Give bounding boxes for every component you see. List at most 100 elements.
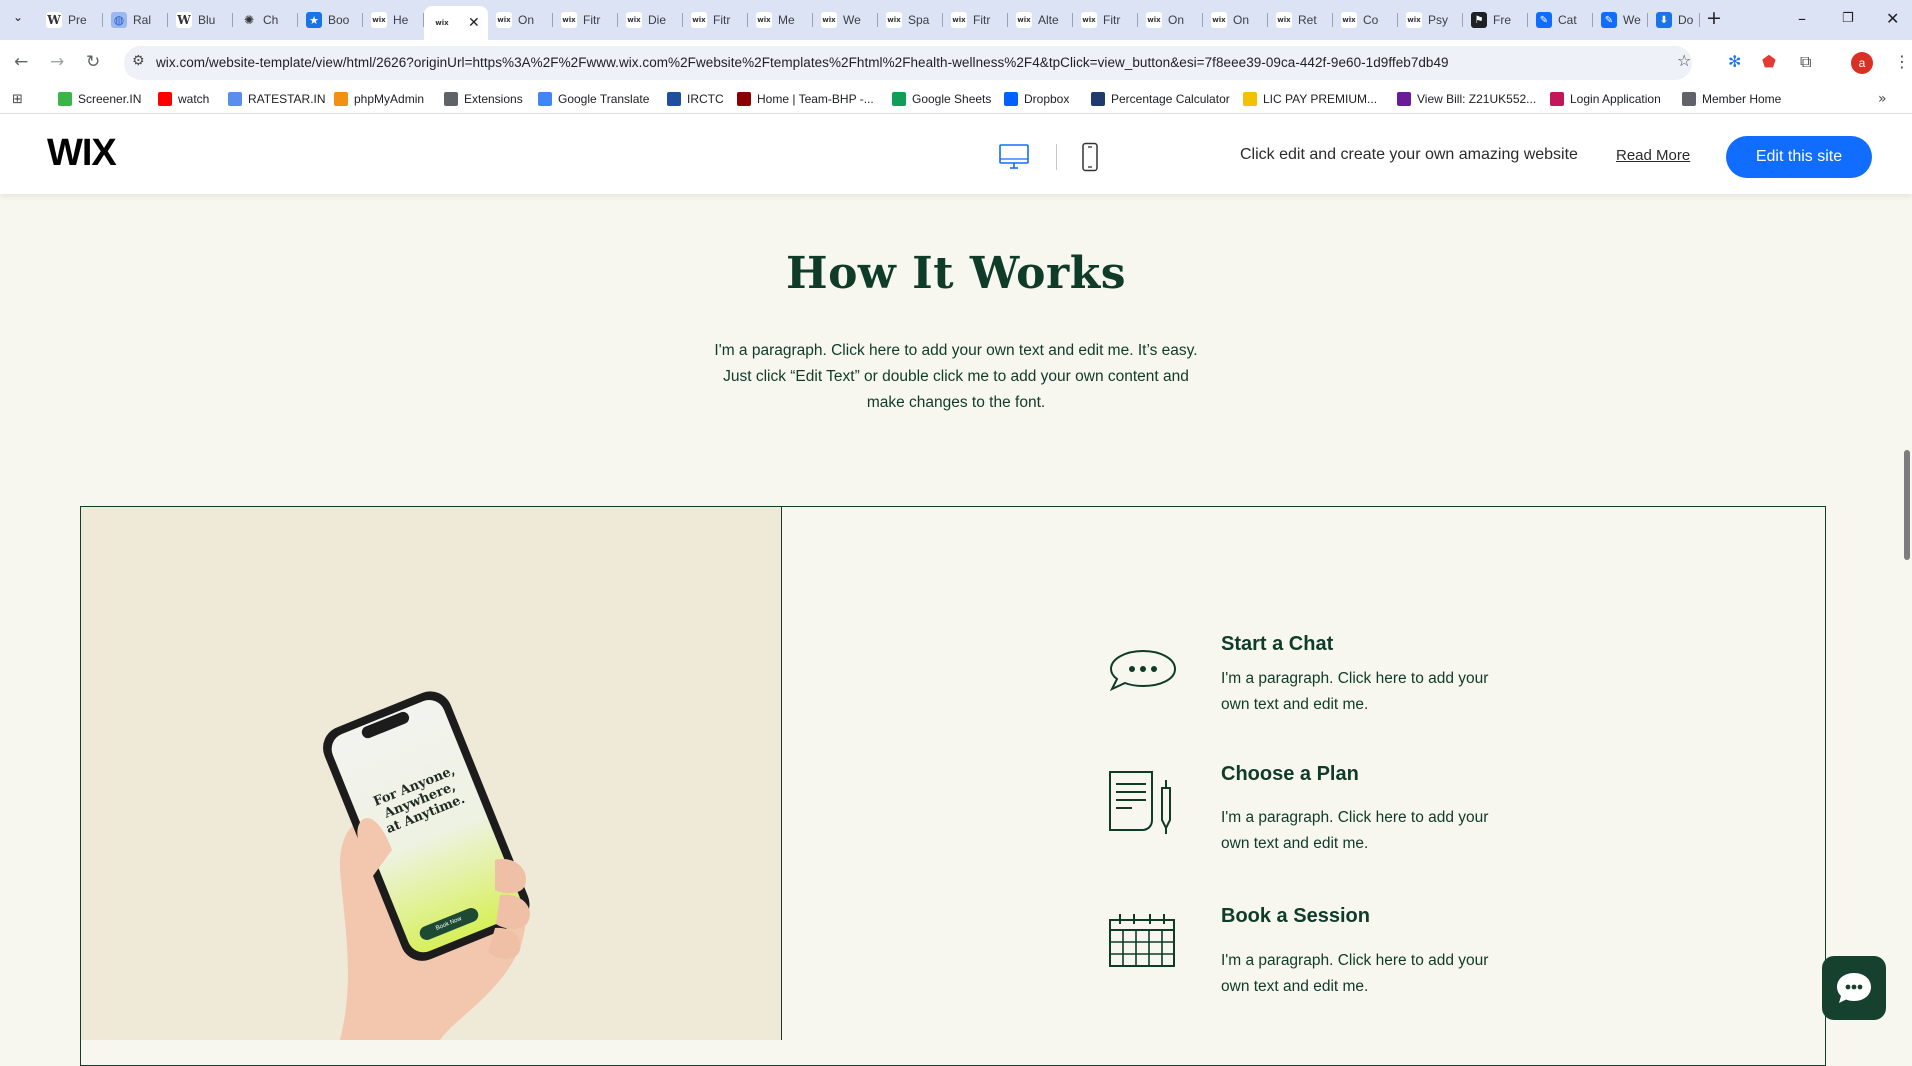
bookmark-item[interactable]: View Bill: Z21UK552... [1397, 92, 1536, 106]
bookmark-favicon-icon [1682, 92, 1696, 106]
browser-tab-label: Fitr [713, 13, 731, 27]
chat-widget-button[interactable] [1822, 956, 1886, 1020]
editor-icon: ✎ [1536, 12, 1552, 28]
close-window-icon[interactable]: ✕ [1886, 9, 1899, 28]
browser-tab[interactable]: wix Alte [1008, 8, 1073, 32]
bookmark-label: watch [178, 92, 210, 106]
wix-icon: wix [1341, 12, 1357, 28]
browser-tab[interactable]: ✎ We [1593, 8, 1648, 32]
apps-grid-icon[interactable]: ⊞ [12, 92, 23, 107]
openai-icon: ✺ [241, 12, 257, 28]
profile-avatar[interactable]: a [1851, 52, 1873, 74]
bookmark-favicon-icon [1243, 92, 1257, 106]
browser-tab-label: Fitr [973, 13, 991, 27]
bookmark-item[interactable]: Dropbox [1004, 92, 1069, 106]
bookmark-item[interactable]: IRCTC [667, 92, 724, 106]
desktop-view-icon[interactable] [998, 143, 1030, 171]
wix-icon: wix [561, 12, 577, 28]
bookmark-label: Dropbox [1024, 92, 1070, 106]
minimize-window-icon[interactable]: – [1798, 9, 1806, 28]
browser-tab[interactable]: wix On [488, 8, 553, 32]
browser-tab[interactable]: wix We [813, 8, 878, 32]
site-info-icon[interactable]: ⚙ [132, 53, 145, 69]
browser-tab[interactable]: ◍ Ral [103, 8, 168, 32]
download-icon: ⬇ [1656, 12, 1672, 28]
browser-tab[interactable]: ✎ Cat [1528, 8, 1593, 32]
bookmark-item[interactable]: phpMyAdmin [334, 92, 424, 106]
browser-tab[interactable]: wix Psy [1398, 8, 1463, 32]
browser-tab[interactable]: wix Ret [1268, 8, 1333, 32]
step-text-line: I'm a paragraph. Click here to add your [1221, 952, 1489, 969]
new-tab-icon[interactable]: + [1706, 7, 1722, 29]
bookmark-item[interactable]: watch [158, 92, 209, 106]
browser-tab[interactable]: W Blu [168, 8, 233, 32]
browser-tab[interactable]: wix ✕ [424, 6, 488, 40]
browser-tab[interactable]: ⬇ Do [1648, 8, 1700, 32]
browser-tab-label: On [1168, 13, 1185, 27]
step-text: I'm a paragraph. Click here to add your … [1221, 666, 1541, 718]
browser-menu-icon[interactable]: ⋮ [1894, 52, 1910, 71]
bookmark-item[interactable]: Screener.IN [58, 92, 141, 106]
step-text: I'm a paragraph. Click here to add your … [1221, 948, 1541, 1000]
bookmark-item[interactable]: Google Sheets [892, 92, 991, 106]
bookmark-item[interactable]: Login Application [1550, 92, 1661, 106]
browser-tab[interactable]: wix Spa [878, 8, 943, 32]
bookmark-item[interactable]: RATESTAR.IN [228, 92, 326, 106]
browser-tab[interactable]: wix Fitr [683, 8, 748, 32]
bookmark-item[interactable]: Percentage Calculator [1091, 92, 1230, 106]
bookmark-item[interactable]: Member Home [1682, 92, 1781, 106]
close-tab-icon[interactable]: ✕ [468, 15, 480, 31]
flag-icon: ⚑ [1471, 12, 1487, 28]
edit-site-button[interactable]: Edit this site [1726, 136, 1872, 178]
mobile-view-icon[interactable] [1081, 142, 1099, 172]
bookmark-item[interactable]: Google Translate [538, 92, 649, 106]
browser-tab[interactable]: wix Die [618, 8, 683, 32]
step-text-line: own text and edit me. [1221, 696, 1369, 713]
bookmark-item[interactable]: Extensions [444, 92, 523, 106]
browser-tab-label: We [1623, 13, 1641, 27]
bookmark-label: Home | Team-BHP -... [757, 92, 874, 106]
browser-tab[interactable]: ⚑ Fre [1463, 8, 1528, 32]
url-text[interactable]: wix.com/website-template/view/html/2626?… [156, 55, 1449, 70]
restore-window-icon[interactable]: ❐ [1842, 11, 1854, 26]
browser-tab[interactable]: wix On [1138, 8, 1203, 32]
wix-icon: wix [1211, 12, 1227, 28]
browser-tab[interactable]: wix Co [1333, 8, 1398, 32]
bookmark-favicon-icon [1550, 92, 1564, 106]
browser-tab-label: On [518, 13, 535, 27]
back-icon[interactable]: ← [14, 52, 28, 72]
bookmark-label: phpMyAdmin [354, 92, 425, 106]
browser-tab[interactable]: wix Me [748, 8, 813, 32]
bookmark-star-icon[interactable]: ☆ [1677, 51, 1691, 70]
reload-icon[interactable]: ↻ [86, 52, 100, 72]
bookmark-label: Extensions [464, 92, 523, 106]
browser-tab[interactable]: wix Fitr [943, 8, 1008, 32]
bookmark-label: LIC PAY PREMIUM... [1263, 92, 1378, 106]
wix-logo[interactable]: WIX [47, 132, 117, 175]
browser-tab[interactable]: wix On [1203, 8, 1268, 32]
extension-shield-icon[interactable]: ⬟ [1762, 52, 1776, 71]
browser-tab[interactable]: W Pre [38, 8, 103, 32]
browser-tab-label: Spa [908, 13, 930, 27]
editor-icon: ✎ [1601, 12, 1617, 28]
page-scrollbar[interactable] [1904, 450, 1910, 560]
bookmark-item[interactable]: LIC PAY PREMIUM... [1243, 92, 1377, 106]
read-more-link[interactable]: Read More [1616, 147, 1690, 164]
extensions-puzzle-icon[interactable]: ⧉ [1800, 52, 1811, 72]
browser-tab[interactable]: ★ Boo [298, 8, 363, 32]
browser-tab[interactable]: wix He [363, 8, 424, 32]
browser-tab[interactable]: ✺ Ch [233, 8, 298, 32]
star-icon: ★ [306, 12, 322, 28]
chat-bubble-icon [1109, 649, 1177, 692]
bookmark-favicon-icon [1397, 92, 1411, 106]
browser-tab-label: Do [1678, 13, 1694, 27]
more-bookmarks-icon[interactable]: » [1878, 91, 1887, 107]
extension-globe-icon[interactable]: ✻ [1728, 52, 1741, 71]
tab-search-icon[interactable]: ⌄ [13, 10, 23, 24]
browser-tab[interactable]: wix Fitr [553, 8, 618, 32]
bookmark-item[interactable]: Home | Team-BHP -... [737, 92, 874, 106]
browser-tab[interactable]: wix Fitr [1073, 8, 1138, 32]
forward-icon[interactable]: → [50, 52, 64, 72]
tab-separator [1699, 13, 1700, 27]
step-text-line: own text and edit me. [1221, 978, 1369, 995]
